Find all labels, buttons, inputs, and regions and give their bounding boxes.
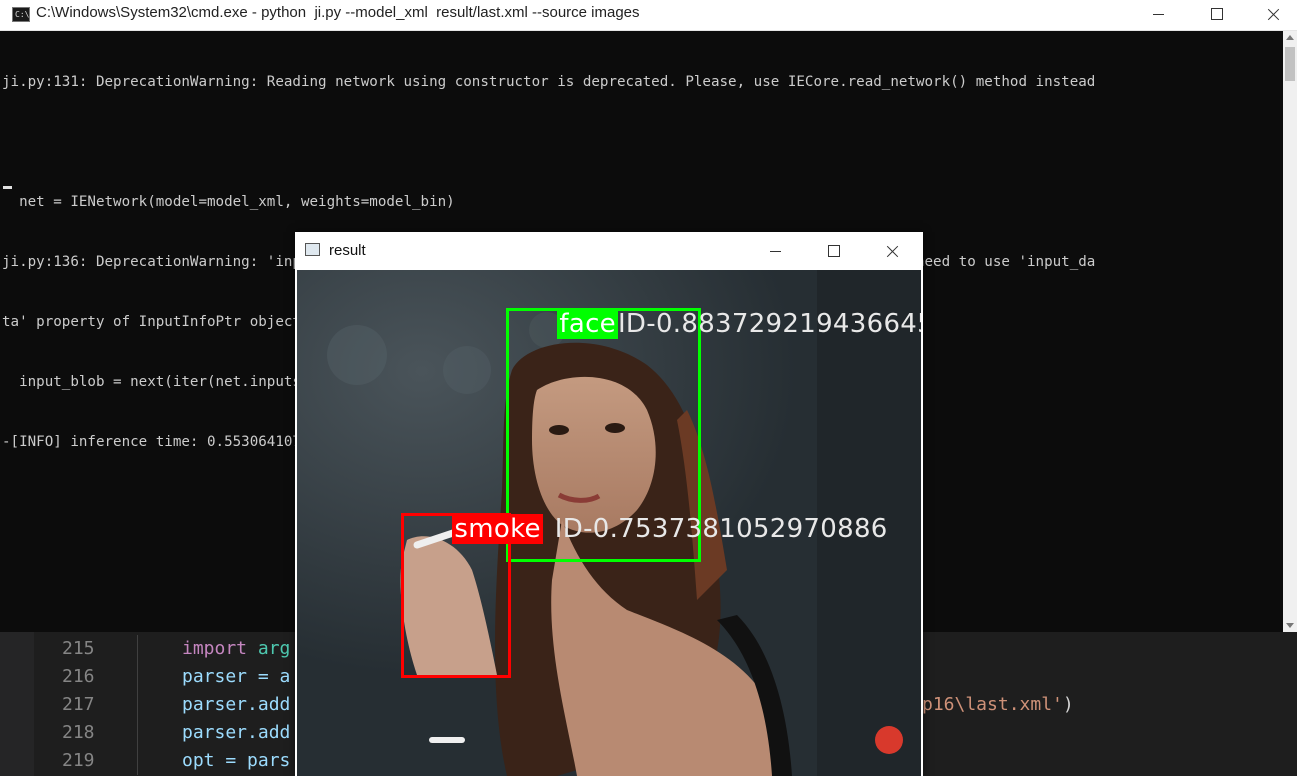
minimize-button[interactable] bbox=[753, 236, 799, 266]
code-text: parser = a bbox=[182, 666, 291, 687]
result-titlebar[interactable]: result bbox=[295, 232, 923, 270]
indent-guide bbox=[137, 635, 138, 663]
indent-guide bbox=[137, 747, 138, 775]
close-button[interactable] bbox=[1251, 0, 1297, 30]
minimize-button[interactable] bbox=[1136, 0, 1182, 30]
cmd-app-icon[interactable]: C:\ bbox=[12, 7, 30, 22]
line-number: 218 bbox=[62, 722, 95, 743]
scroll-down-icon[interactable] bbox=[1286, 623, 1294, 628]
indent-guide bbox=[137, 691, 138, 719]
indent-guide bbox=[137, 663, 138, 691]
smoke-id-score: ID-0.7537381052970886 bbox=[554, 514, 888, 544]
code-text: opt = pars bbox=[182, 750, 291, 771]
text-cursor bbox=[3, 186, 12, 189]
code-text: parser.add bbox=[182, 694, 291, 715]
code-text: import arg bbox=[182, 638, 291, 659]
indent-guide bbox=[137, 719, 138, 747]
maximize-button[interactable] bbox=[810, 236, 856, 266]
maximize-button[interactable] bbox=[1193, 0, 1239, 30]
code-text: parser.add bbox=[182, 722, 291, 743]
line-number: 216 bbox=[62, 666, 95, 687]
smoke-class-tag: smoke bbox=[452, 514, 543, 544]
line-number: 215 bbox=[62, 638, 95, 659]
line-number: 217 bbox=[62, 694, 95, 715]
face-id-score: ID-0.8837292194366455 bbox=[617, 309, 921, 339]
scroll-up-icon[interactable] bbox=[1286, 35, 1294, 40]
console-line: ji.py:131: DeprecationWarning: Reading n… bbox=[2, 74, 1096, 90]
face-detection-label: faceID-0.8837292194366455 bbox=[506, 285, 921, 363]
scrollbar-thumb[interactable] bbox=[1285, 47, 1295, 81]
result-window-title: result bbox=[329, 242, 366, 259]
line-number: 219 bbox=[62, 750, 95, 771]
cmd-titlebar[interactable]: C:\ C:\Windows\System32\cmd.exe - python… bbox=[0, 0, 1297, 31]
vertical-scrollbar[interactable] bbox=[1283, 31, 1297, 632]
console-line: net = IENetwork(model=model_xml, weights… bbox=[2, 194, 455, 210]
detection-image: faceID-0.8837292194366455 smoke ID-0.7537… bbox=[297, 270, 921, 776]
code-string-tail: p16\last.xml') bbox=[922, 694, 1074, 715]
window-app-icon[interactable] bbox=[305, 243, 320, 256]
face-class-tag: face bbox=[557, 309, 618, 339]
cmd-window-title: C:\Windows\System32\cmd.exe - python ji.… bbox=[36, 4, 640, 21]
result-window[interactable]: result faceID-0.8837292194366455 smoke I… bbox=[295, 232, 923, 776]
smoke-detection-label: smoke ID-0.7537381052970886 bbox=[401, 490, 888, 568]
close-button[interactable] bbox=[869, 236, 915, 266]
